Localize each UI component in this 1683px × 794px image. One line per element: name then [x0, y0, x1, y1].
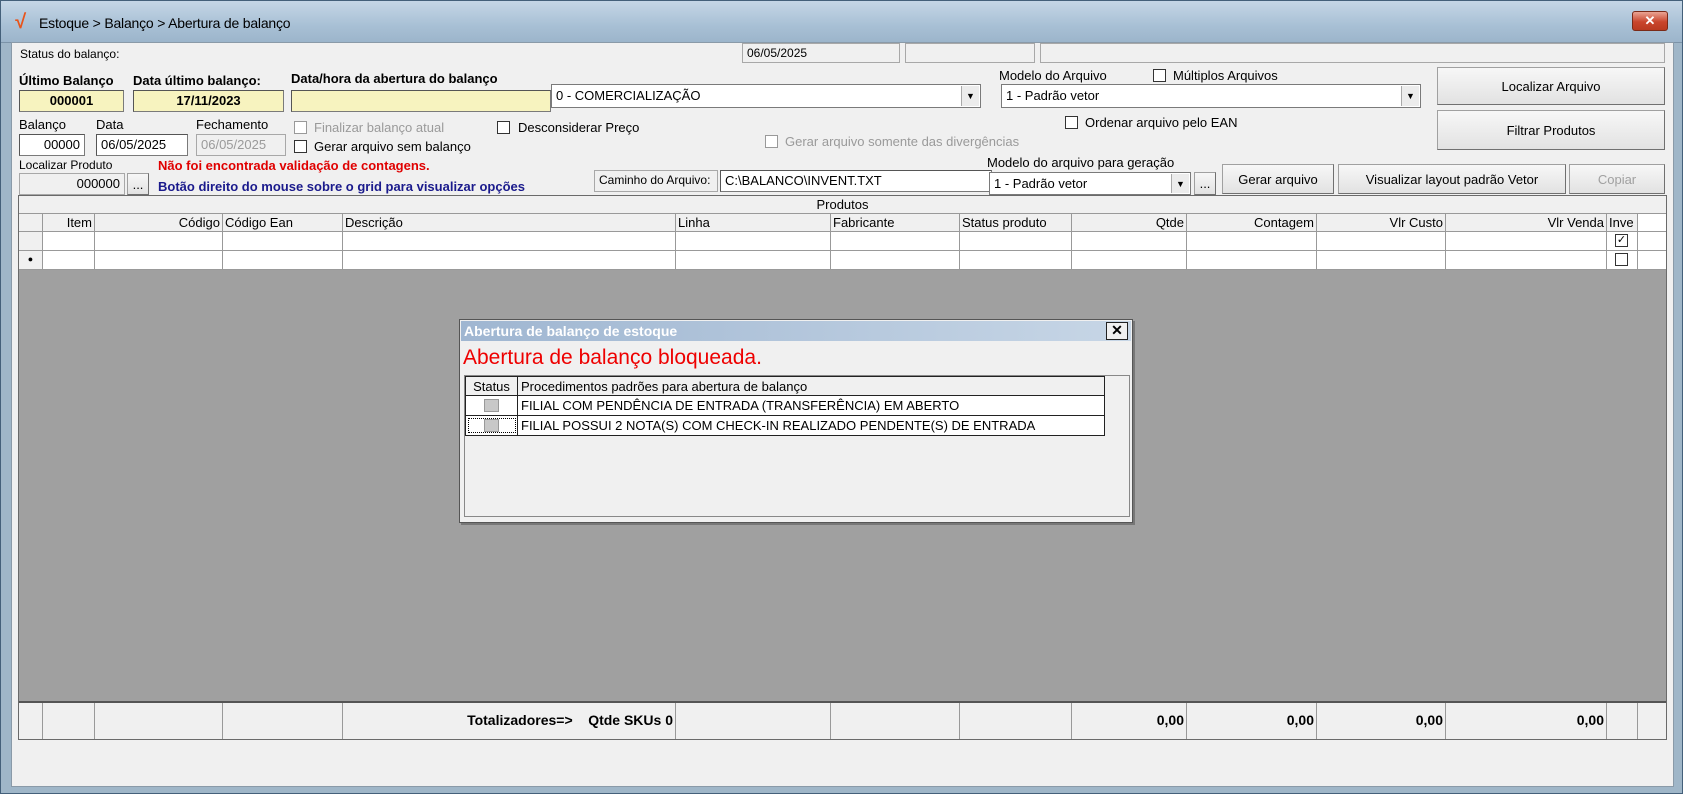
current-row-marker-icon: ●	[19, 251, 43, 269]
col-header-marker	[19, 214, 43, 231]
balanco-field[interactable]: 00000	[19, 134, 85, 156]
localizar-produto-label: Localizar Produto	[19, 158, 113, 172]
list-item[interactable]: FILIAL POSSUI 2 NOTA(S) COM CHECK-IN REA…	[465, 416, 1105, 436]
gerar-arquivo-button[interactable]: Gerar arquivo	[1222, 164, 1334, 194]
modelo-geracao-value: 1 - Padrão vetor	[994, 176, 1088, 191]
abertura-dialog: Abertura de balanço de estoque ✕ Abertur…	[459, 319, 1133, 523]
gerar-divergencias-label: Gerar arquivo somente das divergências	[785, 134, 1020, 149]
status-field-2	[905, 43, 1035, 63]
tipo-balanco-value: 0 - COMERCIALIZAÇÃO	[556, 88, 701, 103]
gerar-sem-balanco-label: Gerar arquivo sem balanço	[314, 139, 471, 154]
data-field[interactable]: 06/05/2025	[96, 134, 188, 156]
grid-title: Produtos	[19, 196, 1666, 214]
balanco-label: Balanço	[19, 117, 66, 132]
modelo-geracao-label: Modelo do arquivo para geração	[987, 155, 1175, 170]
chevron-down-icon: ▼	[1401, 86, 1419, 106]
totals-label: Totalizadores=> Qtde SKUs 0	[343, 703, 676, 739]
caminho-label: Caminho do Arquivo:	[594, 170, 718, 192]
title-bar: √ Estoque > Balanço > Abertura de balanç…	[1, 1, 1682, 43]
localizar-arquivo-button[interactable]: Localizar Arquivo	[1437, 67, 1665, 105]
filtrar-produtos-button[interactable]: Filtrar Produtos	[1437, 110, 1665, 150]
data-ultimo-label: Data último balanço:	[133, 73, 261, 88]
modelo-geracao-browse-button[interactable]: ...	[1194, 172, 1216, 195]
localizar-produto-browse-button[interactable]: ...	[127, 173, 149, 195]
col-header-descricao[interactable]: Descrição	[343, 214, 676, 231]
inve-checkbox[interactable]	[1615, 253, 1628, 266]
total-vlr-venda: 0,00	[1446, 703, 1607, 739]
modelo-geracao-select[interactable]: 1 - Padrão vetor ▼	[989, 172, 1191, 195]
data-ultimo-field: 17/11/2023	[133, 90, 284, 112]
close-window-button[interactable]: ✕	[1632, 11, 1668, 31]
ordenar-ean-label: Ordenar arquivo pelo EAN	[1085, 115, 1238, 130]
window-title: Estoque > Balanço > Abertura de balanço	[39, 15, 291, 31]
col-header-status-produto[interactable]: Status produto	[960, 214, 1072, 231]
tipo-balanco-select[interactable]: 0 - COMERCIALIZAÇÃO ▼	[551, 84, 981, 108]
col-header-codigo-ean[interactable]: Código Ean	[223, 214, 343, 231]
main-window: √ Estoque > Balanço > Abertura de balanç…	[0, 0, 1683, 794]
modelo-arquivo-label: Modelo do Arquivo	[999, 68, 1107, 83]
finalizar-checkbox	[294, 121, 307, 134]
desconsiderar-checkbox[interactable]	[497, 121, 510, 134]
visualizar-layout-button[interactable]: Visualizar layout padrão Vetor	[1338, 164, 1566, 194]
status-indicator-icon	[484, 399, 499, 412]
ordenar-ean-checkbox[interactable]	[1065, 116, 1078, 129]
total-contagem: 0,00	[1187, 703, 1317, 739]
fechamento-label: Fechamento	[196, 117, 269, 132]
total-qtde: 0,00	[1072, 703, 1187, 739]
status-field-3	[1040, 43, 1665, 63]
col-header-vlr-venda[interactable]: Vlr Venda	[1446, 214, 1607, 231]
chevron-down-icon: ▼	[961, 86, 979, 106]
col-header-fabricante[interactable]: Fabricante	[831, 214, 960, 231]
procedimento-text: FILIAL COM PENDÊNCIA DE ENTRADA (TRANSFE…	[521, 398, 960, 413]
col-header-codigo[interactable]: Código	[95, 214, 223, 231]
col-header-vlr-custo[interactable]: Vlr Custo	[1317, 214, 1446, 231]
gerar-sem-balanco-checkbox[interactable]	[294, 140, 307, 153]
modelo-arquivo-value: 1 - Padrão vetor	[1006, 88, 1100, 103]
col-header-qtde[interactable]: Qtde	[1072, 214, 1187, 231]
col-header-contagem[interactable]: Contagem	[1187, 214, 1317, 231]
multiplos-label: Múltiplos Arquivos	[1173, 68, 1278, 83]
app-logo-icon: √	[14, 11, 25, 33]
gerar-divergencias-checkbox	[765, 135, 778, 148]
status-date: 06/05/2025	[742, 43, 900, 63]
abertura-label: Data/hora da abertura do balanço	[291, 71, 498, 86]
procedimento-text: FILIAL POSSUI 2 NOTA(S) COM CHECK-IN REA…	[521, 418, 1036, 433]
table-row[interactable]: ✓	[19, 232, 1666, 251]
table-row[interactable]: ●	[19, 251, 1666, 270]
chevron-down-icon: ▼	[1171, 174, 1189, 193]
status-label: Status do balanço:	[20, 47, 120, 61]
dialog-title: Abertura de balanço de estoque	[461, 321, 1131, 341]
grid-hint: Botão direito do mouse sobre o grid para…	[158, 179, 525, 194]
caminho-field[interactable]: C:\BALANCO\INVENT.TXT	[720, 170, 992, 192]
modelo-arquivo-select[interactable]: 1 - Padrão vetor ▼	[1001, 84, 1421, 108]
dialog-close-button[interactable]: ✕	[1106, 322, 1128, 340]
data-label: Data	[96, 117, 124, 132]
procedimentos-grid[interactable]: Status Procedimentos padrões para abertu…	[464, 375, 1130, 517]
ultimo-balanco-field: 000001	[19, 90, 124, 112]
list-item[interactable]: FILIAL COM PENDÊNCIA DE ENTRADA (TRANSFE…	[465, 396, 1105, 416]
finalizar-label: Finalizar balanço atual	[314, 120, 445, 135]
multiplos-checkbox[interactable]	[1153, 69, 1166, 82]
status-indicator-icon	[484, 419, 499, 432]
abertura-field[interactable]	[291, 90, 551, 112]
inve-checkbox-checked[interactable]: ✓	[1615, 234, 1628, 247]
col-header-item[interactable]: Item	[43, 214, 95, 231]
fechamento-field: 06/05/2025	[196, 134, 286, 156]
totals-skus: Qtde SKUs 0	[588, 712, 673, 728]
col-header-status: Status	[466, 377, 518, 395]
dialog-grid-header: Status Procedimentos padrões para abertu…	[465, 376, 1105, 396]
copiar-button: Copiar	[1569, 164, 1665, 194]
ultimo-balanco-label: Último Balanço	[19, 73, 114, 88]
grid-header-row: Item Código Código Ean Descrição Linha F…	[19, 214, 1666, 232]
col-header-inve[interactable]: Inve	[1607, 214, 1638, 231]
validation-warning: Não foi encontrada validação de contagen…	[158, 158, 430, 173]
dialog-heading: Abertura de balanço bloqueada.	[463, 346, 762, 369]
col-header-procedimentos: Procedimentos padrões para abertura de b…	[521, 379, 808, 394]
desconsiderar-label: Desconsiderar Preço	[518, 120, 640, 135]
total-vlr-custo: 0,00	[1317, 703, 1446, 739]
col-header-linha[interactable]: Linha	[676, 214, 831, 231]
localizar-produto-field[interactable]: 000000	[19, 173, 125, 195]
totals-row: Totalizadores=> Qtde SKUs 0 0,00 0,00 0,…	[19, 701, 1666, 739]
